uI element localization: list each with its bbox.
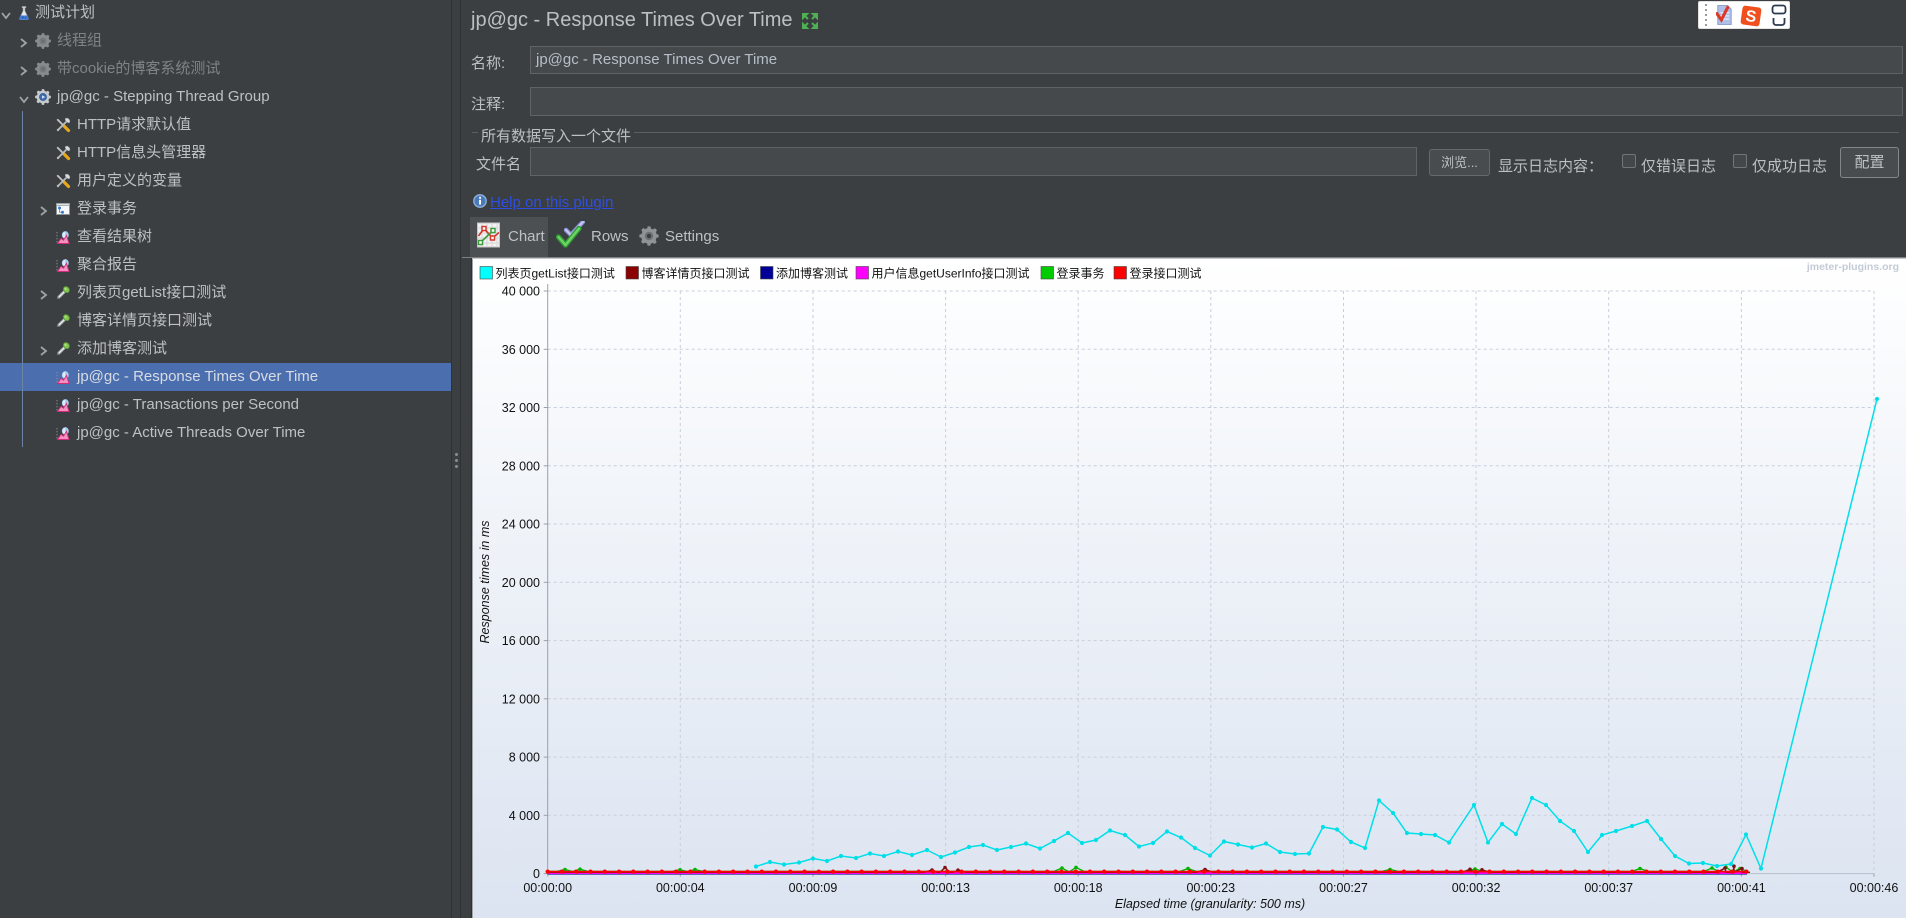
svg-text:登录事务: 登录事务 <box>1057 266 1105 281</box>
svg-text:00:00:46: 00:00:46 <box>1850 881 1899 895</box>
svg-text:00:00:27: 00:00:27 <box>1319 881 1368 895</box>
svg-text:Elapsed time (granularity: 500: Elapsed time (granularity: 500 ms) <box>1115 897 1305 911</box>
svg-text:00:00:23: 00:00:23 <box>1186 881 1235 895</box>
svg-text:Response times in ms: Response times in ms <box>478 521 492 644</box>
svg-text:00:00:00: 00:00:00 <box>523 881 572 895</box>
svg-text:0: 0 <box>533 867 540 881</box>
svg-text:00:00:18: 00:00:18 <box>1054 881 1103 895</box>
svg-text:00:00:04: 00:00:04 <box>656 881 705 895</box>
svg-text:24 000: 24 000 <box>502 518 540 532</box>
svg-text:添加博客测试: 添加博客测试 <box>776 266 848 281</box>
svg-text:00:00:09: 00:00:09 <box>789 881 838 895</box>
svg-text:32 000: 32 000 <box>502 401 540 415</box>
svg-text:12 000: 12 000 <box>502 692 540 706</box>
svg-text:28 000: 28 000 <box>502 459 540 473</box>
svg-text:00:00:32: 00:00:32 <box>1452 881 1501 895</box>
svg-text:00:00:13: 00:00:13 <box>921 881 970 895</box>
svg-text:20 000: 20 000 <box>502 576 540 590</box>
svg-text:博客详情页接口测试: 博客详情页接口测试 <box>642 266 750 281</box>
svg-text:16 000: 16 000 <box>502 634 540 648</box>
svg-text:登录接口测试: 登录接口测试 <box>1130 266 1202 281</box>
svg-text:jmeter-plugins.org: jmeter-plugins.org <box>1806 261 1899 273</box>
svg-text:40 000: 40 000 <box>502 285 540 299</box>
svg-text:00:00:37: 00:00:37 <box>1584 881 1633 895</box>
svg-text:用户信息getUserInfo接口测试: 用户信息getUserInfo接口测试 <box>872 266 1030 281</box>
svg-text:00:00:41: 00:00:41 <box>1717 881 1766 895</box>
svg-text:36 000: 36 000 <box>502 343 540 357</box>
svg-text:列表页getList接口测试: 列表页getList接口测试 <box>496 266 615 281</box>
svg-text:4 000: 4 000 <box>509 809 540 823</box>
svg-text:8 000: 8 000 <box>509 751 540 765</box>
